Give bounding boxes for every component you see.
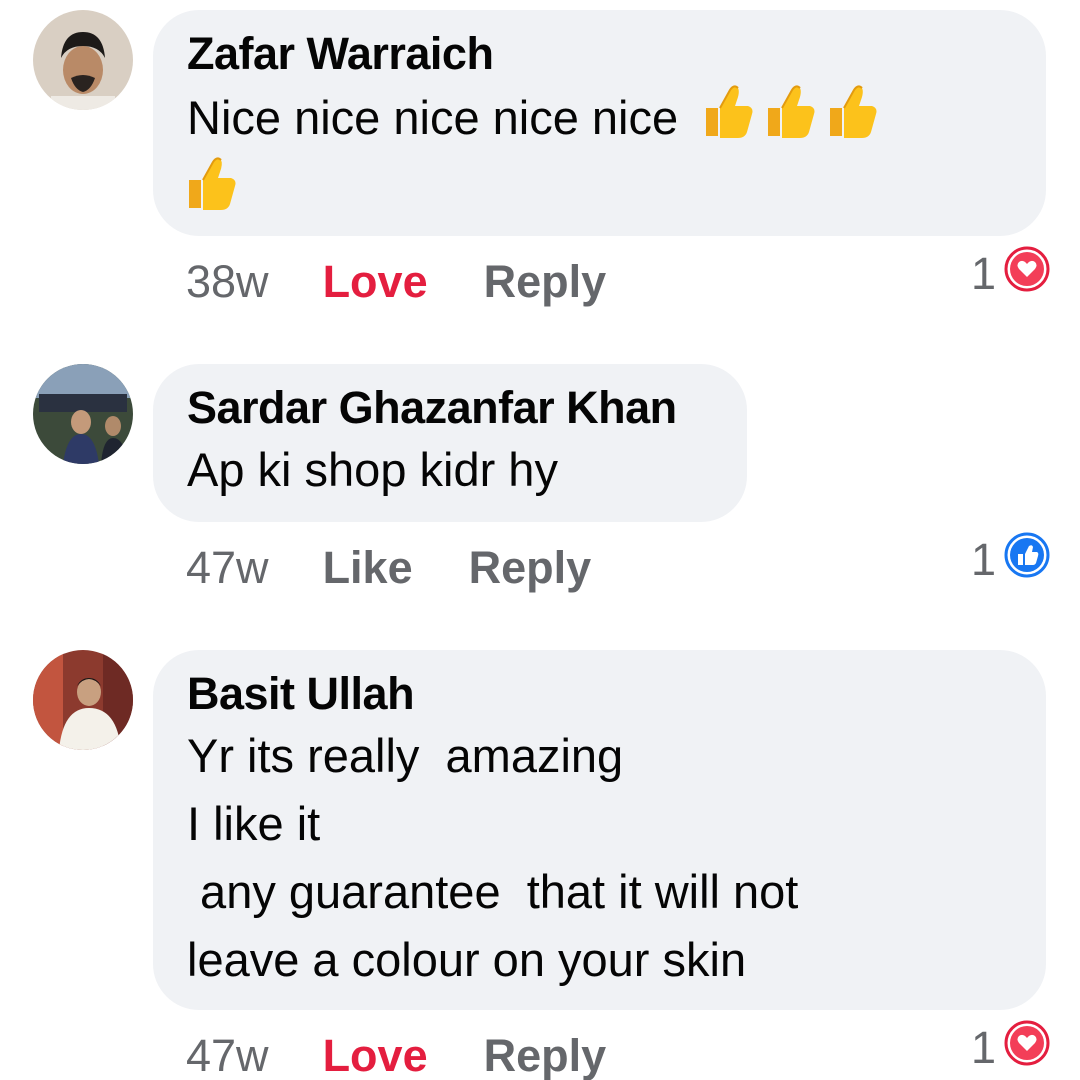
love-icon	[1004, 1020, 1050, 1077]
reaction-count: 1	[970, 534, 996, 585]
comment-actions: 38w Love Reply	[186, 252, 662, 312]
comment-thread: Zafar Warraich Nice nice nice nice nice …	[0, 0, 1080, 1080]
comment-text-line: I like it	[187, 797, 321, 850]
reaction-count: 1	[970, 1022, 996, 1073]
comment-author[interactable]: Basit Ullah	[187, 666, 1010, 722]
thumbs-up-icon	[183, 154, 1010, 230]
thumbs-up-icon	[700, 82, 754, 158]
comment-text-line: Yr its really amazing	[187, 729, 624, 782]
comment-bubble: Zafar Warraich Nice nice nice nice nice	[153, 10, 1046, 236]
comment-text-line: leave a colour on your skin	[187, 933, 747, 986]
thumbs-up-icon	[824, 82, 878, 158]
love-button[interactable]: Love	[323, 1030, 428, 1080]
comment-bubble: Basit Ullah Yr its really amazing I like…	[153, 650, 1046, 1010]
comment-actions: 47w Love Reply	[186, 1026, 662, 1080]
reply-button[interactable]: Reply	[484, 1030, 607, 1080]
comment-text-line: any guarantee that it will not	[187, 865, 799, 918]
avatar[interactable]	[33, 10, 133, 110]
reaction-summary[interactable]: 1	[971, 1018, 1050, 1078]
comment-text: Nice nice nice nice nice	[187, 82, 1010, 230]
comment-timestamp[interactable]: 47w	[186, 542, 269, 594]
reply-button[interactable]: Reply	[469, 542, 592, 594]
comment-bubble: Sardar Ghazanfar Khan Ap ki shop kidr hy	[153, 364, 747, 522]
comment-timestamp[interactable]: 38w	[186, 256, 269, 308]
avatar[interactable]	[33, 364, 133, 464]
comment-text-content: Nice nice nice nice nice	[187, 91, 679, 144]
comment-timestamp[interactable]: 47w	[186, 1030, 269, 1080]
comment-actions: 47w Like Reply	[186, 538, 647, 598]
like-icon	[1004, 532, 1050, 589]
reply-button[interactable]: Reply	[484, 256, 607, 308]
love-button[interactable]: Love	[323, 256, 428, 308]
comment-author[interactable]: Zafar Warraich	[187, 26, 1010, 82]
love-icon	[1004, 246, 1050, 303]
reaction-summary[interactable]: 1	[971, 244, 1050, 304]
thumbs-up-icon	[762, 82, 816, 158]
reaction-summary[interactable]: 1	[971, 530, 1050, 590]
reaction-count: 1	[970, 248, 996, 299]
comment-text: Ap ki shop kidr hy	[187, 443, 558, 496]
avatar[interactable]	[33, 650, 133, 750]
comment-author[interactable]: Sardar Ghazanfar Khan	[187, 380, 711, 436]
like-button[interactable]: Like	[323, 542, 413, 594]
